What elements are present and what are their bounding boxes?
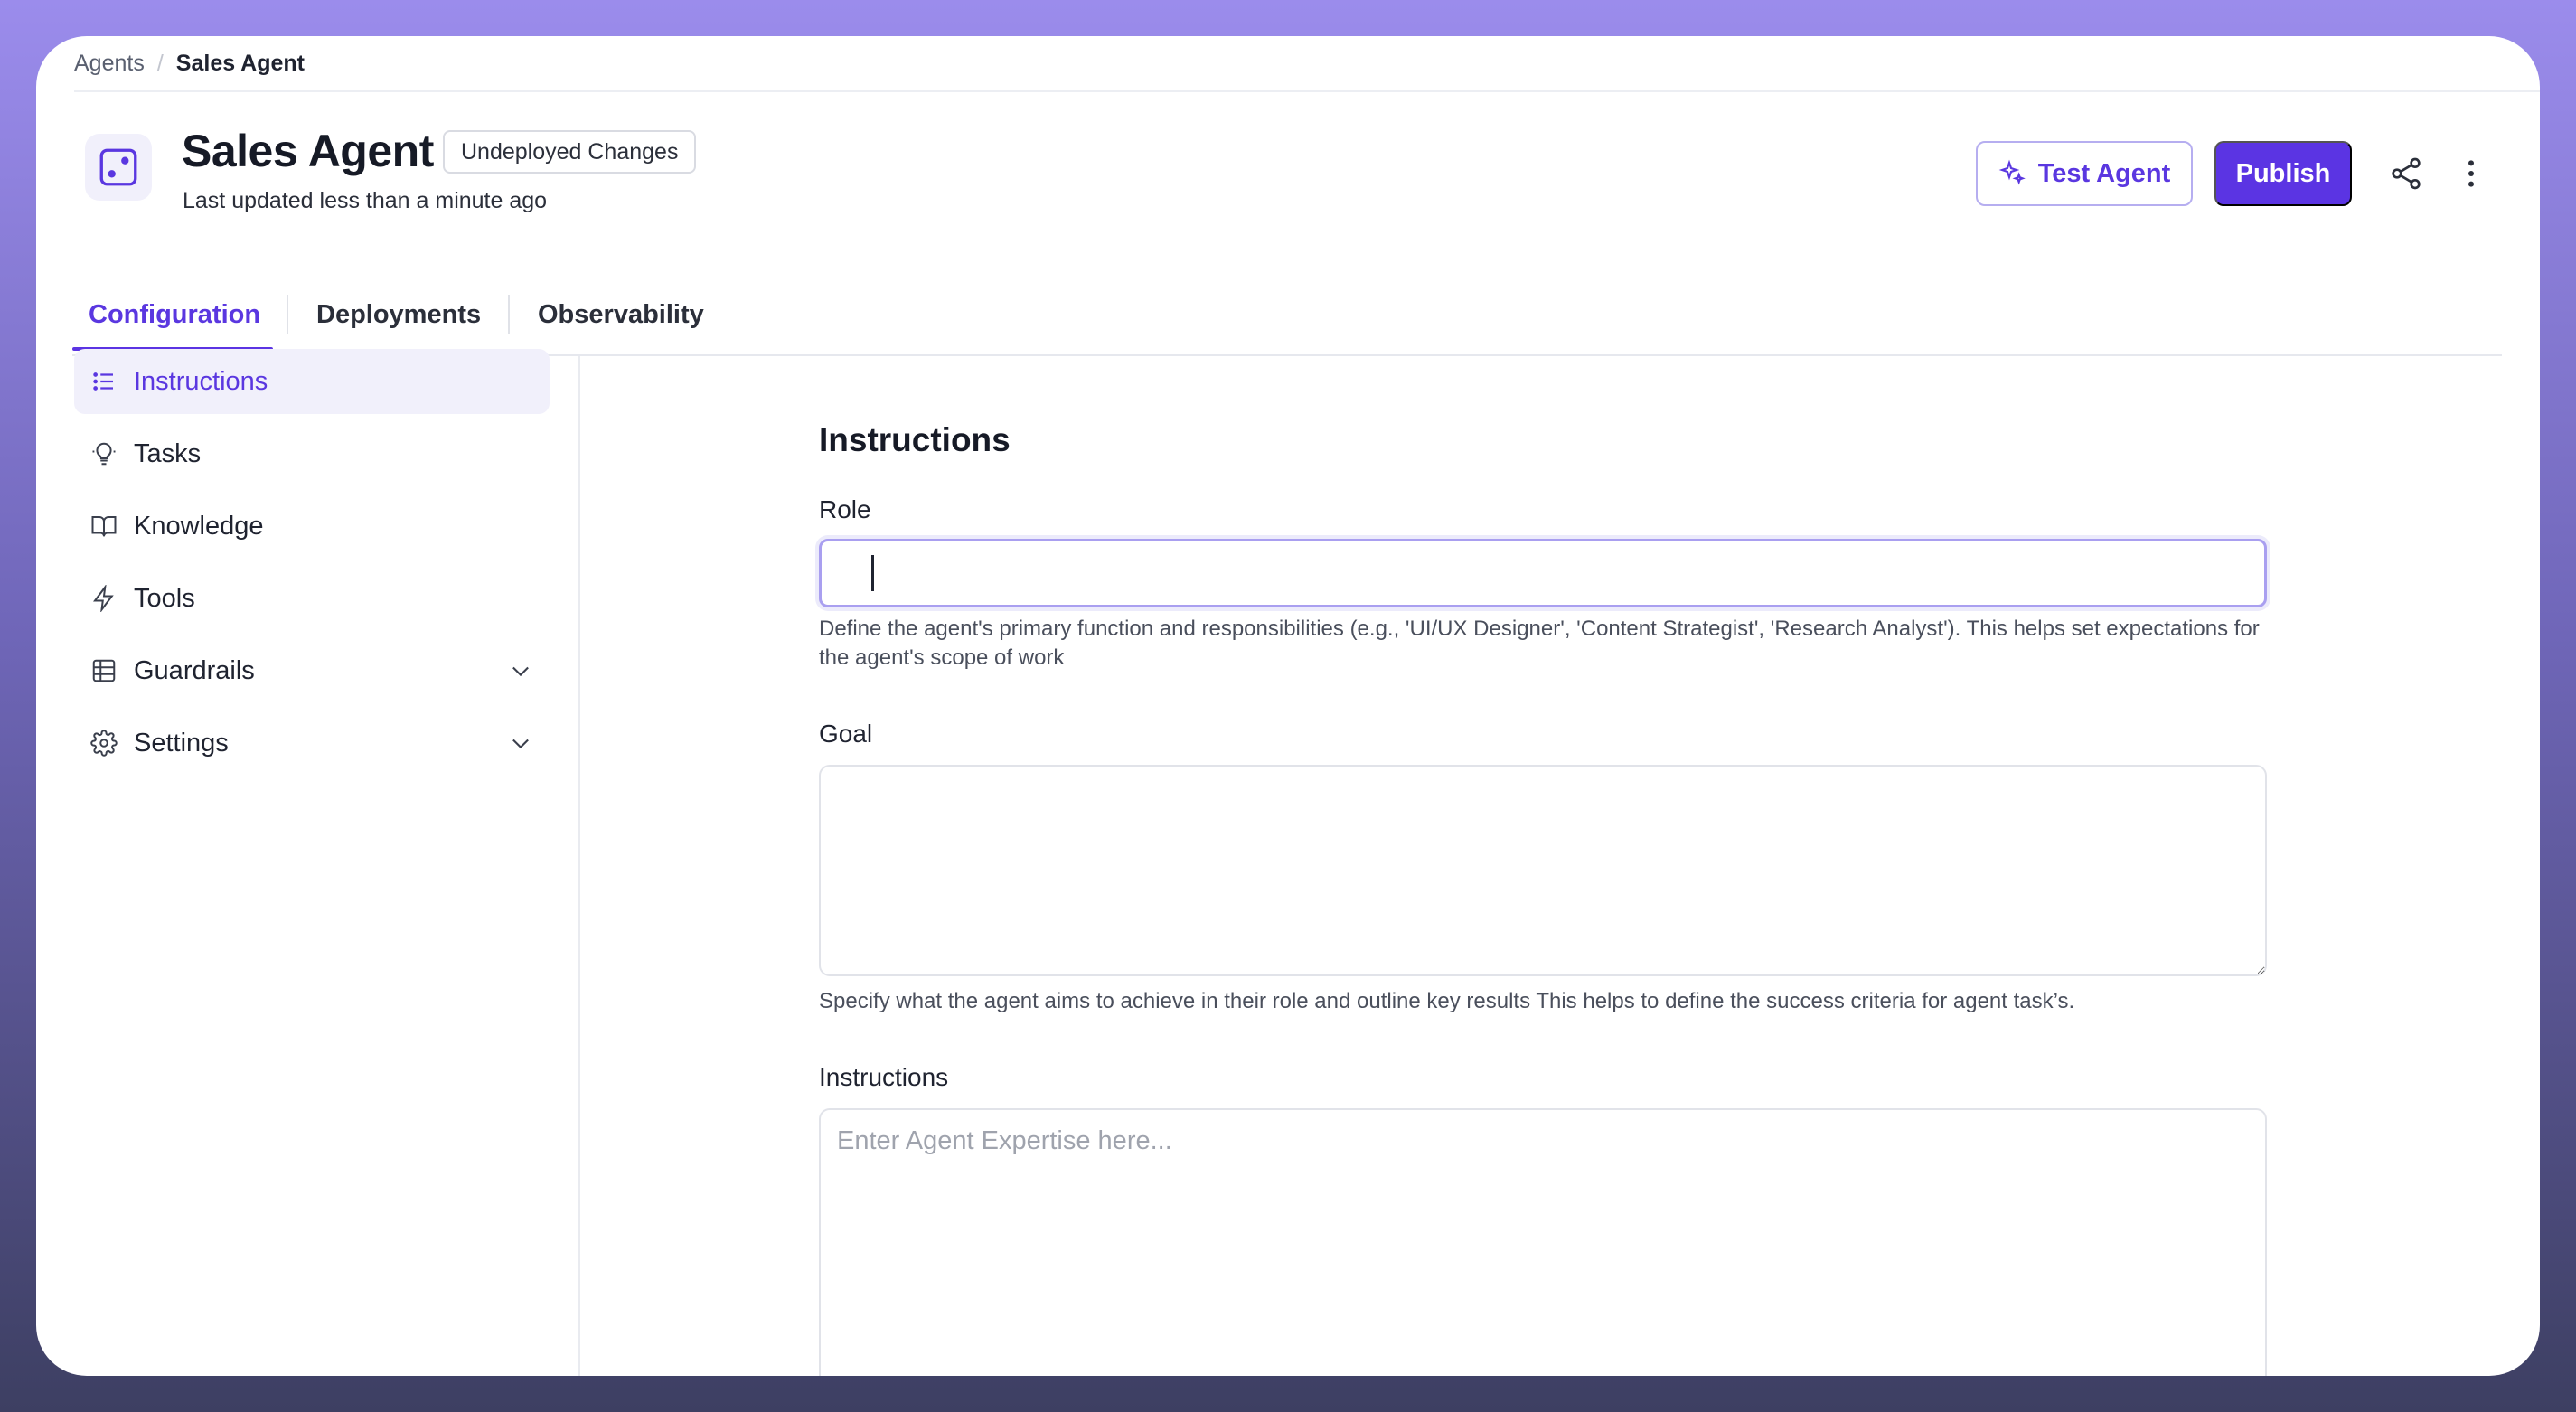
sidebar-item-settings[interactable]: Settings [74,711,550,776]
test-agent-label: Test Agent [2037,158,2171,188]
chevron-down-icon[interactable] [508,730,533,756]
sidebar-item-guardrails[interactable]: Guardrails [74,638,550,703]
tab-deployments[interactable]: Deployments [316,273,481,356]
table-icon [92,659,116,682]
breadcrumb-separator: / [156,50,164,76]
sidebar-item-label: Tools [134,583,195,613]
app-window: Agents / Sales Agent Sales Agent Undeplo… [36,36,2540,1376]
publish-button[interactable]: Publish [2214,141,2352,206]
text-cursor [871,555,874,591]
sidebar-item-tasks[interactable]: Tasks [74,421,550,486]
role-hint: Define the agent's primary function and … [819,617,2260,670]
lightbulb-icon [92,442,116,466]
role-label: Role [819,495,871,523]
book-icon [91,516,117,537]
section-title: Instructions [819,421,1011,458]
more-options-button[interactable] [2448,150,2495,197]
chevron-down-icon[interactable] [508,658,533,683]
sidebar-item-label: Tasks [134,438,202,468]
lightning-icon [93,585,114,612]
status-badge: Undeployed Changes [443,130,697,174]
sidebar-item-label: Settings [134,728,229,758]
tab-divider [287,295,288,334]
sidebar-item-label: Knowledge [134,511,264,541]
sidebar-item-label: Guardrails [134,655,255,685]
role-input[interactable] [819,539,2267,607]
goal-textarea[interactable] [819,765,2267,976]
test-agent-button[interactable]: Test Agent [1976,141,2193,206]
goal-hint: Specify what the agent aims to achieve i… [819,989,2075,1013]
breadcrumb-agents-link[interactable]: Agents [74,51,145,77]
tab-configuration[interactable]: Configuration [89,273,260,356]
tab-observability[interactable]: Observability [538,273,704,356]
breadcrumb: Agents / Sales Agent [74,36,2540,92]
page-title: Sales Agent [182,126,434,176]
tab-divider [508,295,510,334]
instructions-textarea[interactable] [819,1108,2267,1376]
breadcrumb-current: Sales Agent [175,50,305,76]
last-updated-text: Last updated less than a minute ago [183,188,548,213]
sidebar-divider [578,356,580,1376]
list-icon [93,372,113,391]
sidebar-item-knowledge[interactable]: Knowledge [74,494,550,559]
more-vertical-icon [2468,160,2474,187]
gear-icon [90,730,118,757]
sidebar-item-tools[interactable]: Tools [74,566,550,631]
instructions-label: Instructions [819,1063,949,1091]
sidebar-item-label: Instructions [134,366,268,396]
sparkle-ai-icon [1998,159,2026,185]
dice-icon [99,148,137,186]
share-icon [2392,157,2421,190]
goal-label: Goal [819,720,873,748]
sidebar-item-instructions[interactable]: Instructions [74,349,550,414]
agent-avatar [85,134,152,201]
share-button[interactable] [2383,150,2430,197]
